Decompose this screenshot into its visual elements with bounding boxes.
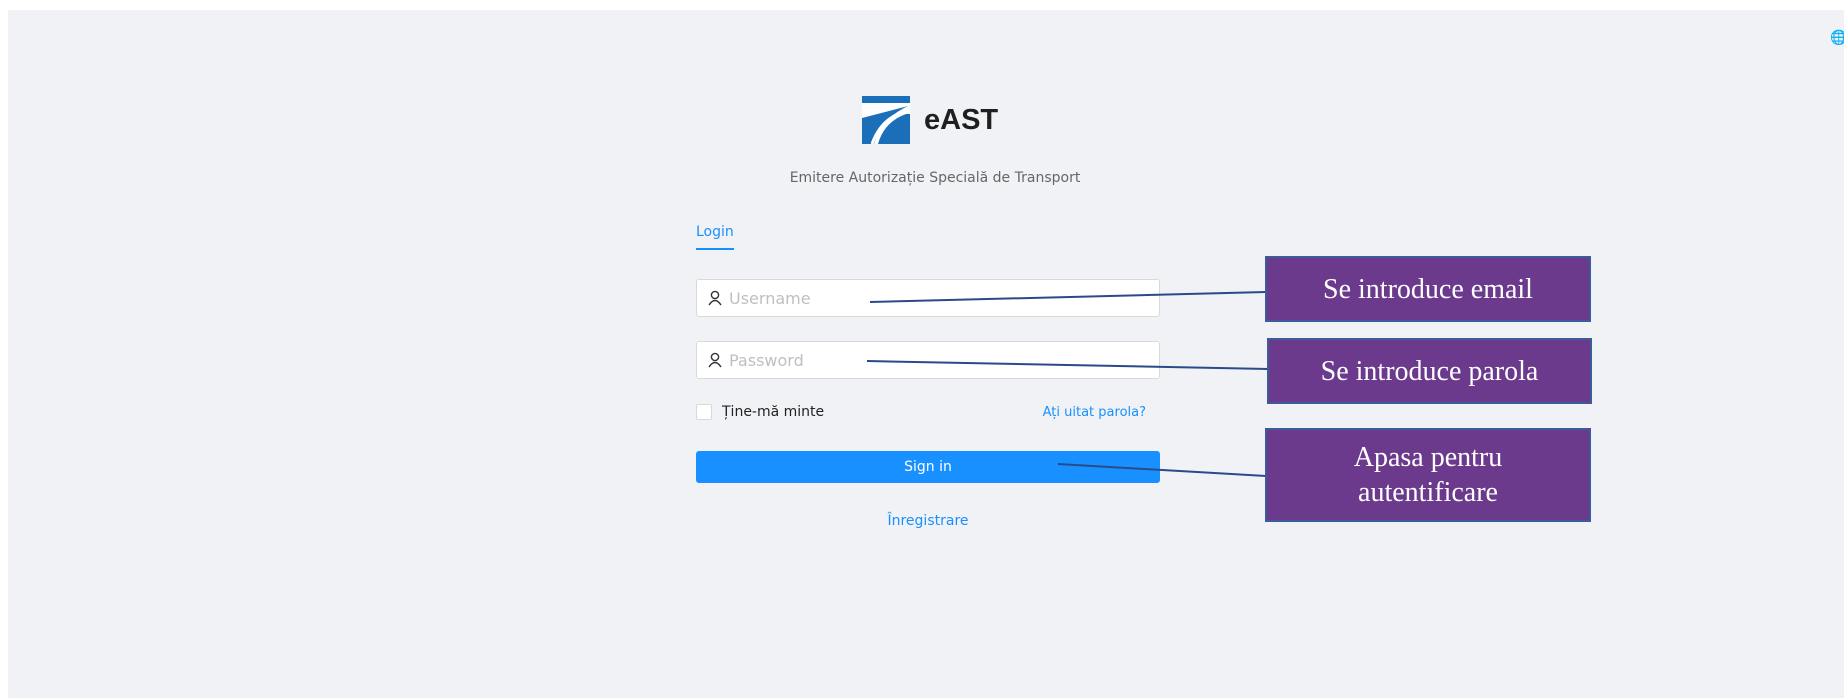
tab-login[interactable]: Login [696,224,734,250]
register-link[interactable]: Înregistrare [696,513,1160,529]
remember-checkbox[interactable] [696,404,712,420]
username-field[interactable] [696,279,1160,317]
remember-label: Ține-mă minte [722,404,825,420]
password-field[interactable] [696,341,1160,379]
user-icon [708,352,722,368]
forgot-password-link[interactable]: Ați uitat parola? [1043,405,1146,420]
east-logo-icon [862,96,910,144]
signin-callout: Apasa pentru autentificare [1265,428,1591,522]
remember-me[interactable]: Ține-mă minte [696,404,824,420]
password-input[interactable] [727,349,1151,371]
brand-header: eAST [862,95,998,145]
app-subtitle: Emitere Autorizație Specială de Transpor… [789,170,1081,186]
sign-in-button[interactable]: Sign in [696,451,1160,483]
username-input[interactable] [727,287,1151,309]
user-icon [708,290,722,306]
email-callout: Se introduce email [1265,256,1591,322]
password-callout: Se introduce parola [1267,338,1592,404]
globe-icon[interactable]: 🌐 [1830,30,1844,44]
app-title: eAST [924,103,999,136]
